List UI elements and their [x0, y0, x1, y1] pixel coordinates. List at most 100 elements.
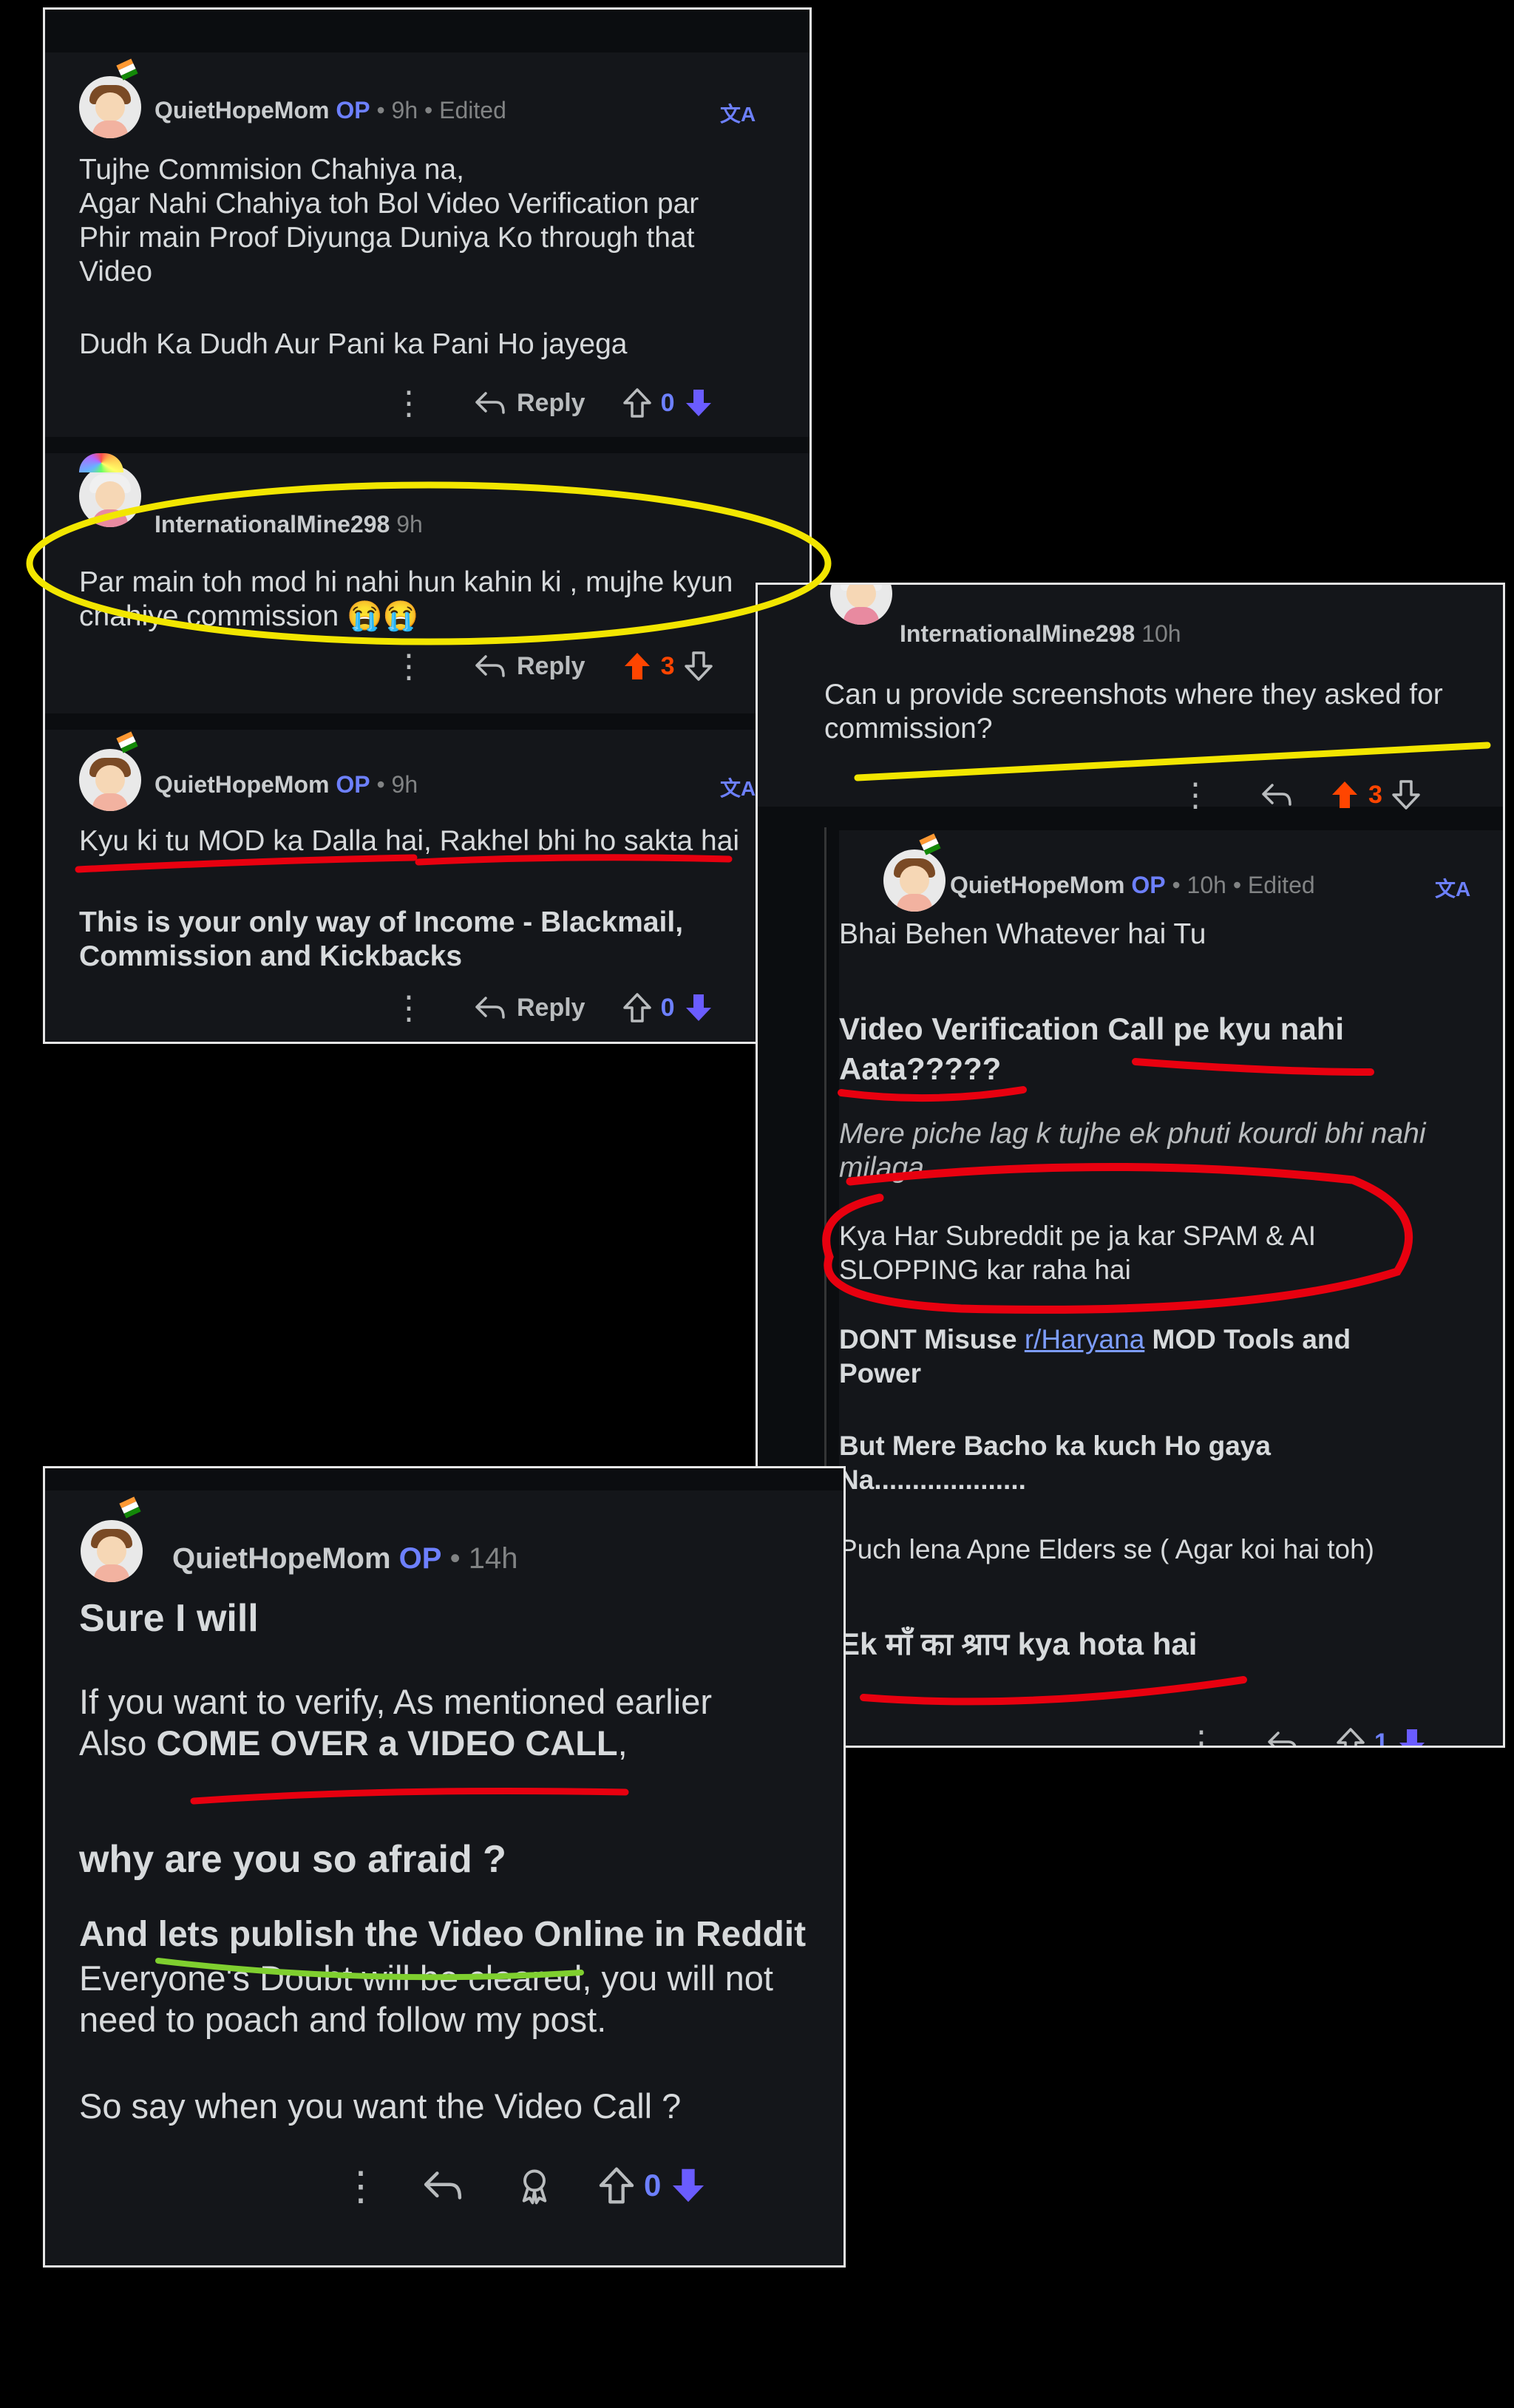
upvote-icon[interactable]	[1330, 779, 1359, 810]
avatar[interactable]	[830, 585, 892, 625]
reply-button[interactable]	[1266, 1730, 1299, 1746]
reply-button[interactable]: Reply	[474, 389, 585, 418]
timestamp: 10h	[1141, 620, 1181, 647]
comment-line: Puch lena Apne Elders se ( Agar koi hai …	[839, 1534, 1374, 1564]
comment-actions: ⋮ 3	[1179, 773, 1421, 817]
reply-arrow-icon	[475, 997, 505, 1019]
comment-body: Par main toh mod hi nahi hun kahin ki , …	[79, 566, 733, 632]
upvote-icon[interactable]	[1336, 1727, 1365, 1748]
comment-body-bold: This is your only way of Income - Blackm…	[79, 906, 684, 972]
more-options-icon[interactable]: ⋮	[341, 2163, 381, 2209]
avatar[interactable]	[79, 749, 141, 811]
comment-actions: ⋮ Reply 0	[393, 986, 713, 1030]
avatar[interactable]	[79, 465, 141, 527]
comment-italic-line: Mere piche lag k tujhe ek phuti kourdi b…	[839, 1118, 1426, 1184]
more-options-icon[interactable]: ⋮	[393, 989, 425, 1027]
comment-meta: InternationalMine298 10h	[900, 620, 1181, 648]
comment-line: Bhai Behen Whatever hai Tu	[839, 918, 1206, 950]
comment-meta: QuietHopeMom OP • 9h • Edited	[155, 97, 506, 123]
more-options-icon[interactable]: ⋮	[1179, 776, 1212, 814]
username[interactable]: InternationalMine298	[155, 511, 390, 537]
timestamp: 9h	[396, 511, 423, 537]
vote-control: 0	[622, 992, 713, 1023]
comment-body: Kyu ki tu MOD ka Dalla hai, Rakhel bhi h…	[79, 825, 740, 857]
comment-bold-line: Ek माँ का श्राप kya hota hai	[839, 1627, 1198, 1661]
reply-button[interactable]: Reply	[474, 994, 585, 1022]
comment-bold-line: DONT Misuse r/Haryana MOD Tools and Powe…	[839, 1324, 1351, 1388]
comment-meta: QuietHopeMom OP • 10h • Edited	[950, 872, 1315, 898]
comment-meta: QuietHopeMom OP • 14h	[172, 1542, 518, 1575]
reply-button[interactable]: Reply	[474, 652, 585, 681]
reply-arrow-icon	[475, 655, 505, 677]
more-options-icon[interactable]: ⋮	[393, 384, 425, 422]
reply-button[interactable]	[422, 2169, 464, 2202]
comment-heading: Sure I will	[79, 1597, 259, 1640]
avatar[interactable]	[81, 1520, 143, 1582]
reply-button[interactable]	[1260, 782, 1293, 807]
comment-internationalmine298-1: InternationalMine298 9h Par main toh mod…	[45, 453, 809, 713]
username[interactable]: QuietHopeMom	[950, 872, 1124, 898]
edited-label: Edited	[439, 97, 506, 123]
op-badge: OP	[336, 97, 370, 123]
username[interactable]: QuietHopeMom	[172, 1542, 391, 1575]
comment-quiethopemom-4: QuietHopeMom OP • 14h Sure I will If you…	[45, 1490, 843, 2265]
avatar[interactable]	[883, 849, 946, 912]
avatar[interactable]	[79, 76, 141, 138]
username[interactable]: QuietHopeMom	[155, 771, 329, 798]
downvote-icon[interactable]	[1391, 779, 1421, 810]
rainbow-hat-icon	[79, 453, 123, 472]
translate-icon[interactable]: 文A	[720, 98, 756, 128]
translate-icon[interactable]: 文A	[1435, 873, 1470, 903]
comment-line: If you want to verify, As mentioned earl…	[79, 1682, 712, 1763]
upvote-icon[interactable]	[622, 387, 652, 418]
comment-line: Everyone's Doubt will be cleared, you wi…	[79, 1958, 773, 2039]
comment-line: Kya Har Subreddit pe ja kar SPAM & AI SLO…	[839, 1221, 1317, 1285]
comment-quiethopemom-2: QuietHopeMom OP • 9h 文A Kyu ki tu MOD ka…	[45, 730, 809, 1042]
op-badge: OP	[1131, 872, 1166, 898]
timestamp: 14h	[468, 1542, 518, 1575]
downvote-icon[interactable]	[684, 992, 713, 1023]
comment-quiethopemom-3: QuietHopeMom OP • 10h • Edited 文A Bhai B…	[839, 830, 1503, 1748]
username[interactable]: QuietHopeMom	[155, 97, 329, 123]
comment-body-line: Dudh Ka Dudh Aur Pani ka Pani Ho jayega	[79, 328, 628, 360]
username[interactable]: InternationalMine298	[900, 620, 1135, 647]
edited-label: Edited	[1247, 872, 1315, 898]
comment-panel-3: QuietHopeMom OP • 14h Sure I will If you…	[43, 1466, 846, 2268]
vote-count: 1	[1374, 1728, 1388, 1748]
vote-count: 0	[660, 388, 675, 417]
india-flag-icon	[119, 1496, 141, 1519]
comment-internationalmine298-2: InternationalMine298 10h Can u provide s…	[758, 585, 1503, 813]
reply-arrow-icon	[424, 2171, 462, 2200]
comment-question: why are you so afraid ?	[79, 1838, 506, 1881]
more-options-icon[interactable]: ⋮	[1185, 1724, 1218, 1746]
comment-bold-line: But Mere Bacho ka kuch Ho gaya Na........…	[839, 1431, 1271, 1495]
comment-panel-1: QuietHopeMom OP • 9h • Edited 文A Tujhe C…	[43, 7, 812, 1044]
downvote-icon[interactable]	[1397, 1727, 1427, 1748]
comment-actions: ⋮ 1	[1185, 1720, 1427, 1748]
comment-meta: InternationalMine298 9h	[155, 511, 423, 538]
comment-actions: ⋮ Reply 0	[393, 381, 713, 425]
comment-meta: QuietHopeMom OP • 9h	[155, 771, 418, 798]
downvote-icon[interactable]	[684, 387, 713, 418]
vote-count: 3	[1368, 780, 1382, 809]
reply-arrow-icon	[1268, 1732, 1297, 1746]
upvote-icon[interactable]	[622, 651, 652, 682]
translate-icon[interactable]: 文A	[720, 773, 756, 802]
comment-panel-2: InternationalMine298 10h Can u provide s…	[756, 583, 1505, 1748]
comment-actions: ⋮ Reply 3	[393, 644, 713, 688]
comment-bold-line: And lets publish the Video Online in Red…	[79, 1915, 807, 1954]
subreddit-link[interactable]: r/Haryana	[1025, 1324, 1144, 1354]
upvote-icon[interactable]	[598, 2166, 635, 2205]
reply-arrow-icon	[475, 392, 505, 414]
timestamp: 9h	[391, 97, 418, 123]
vote-control: 0	[622, 387, 713, 418]
vote-control: 0	[598, 2166, 707, 2205]
op-badge: OP	[336, 771, 370, 798]
upvote-icon[interactable]	[622, 992, 652, 1023]
comment-body: Can u provide screenshots where they ask…	[824, 679, 1443, 745]
downvote-icon[interactable]	[684, 651, 713, 682]
award-icon[interactable]	[515, 2166, 554, 2205]
reply-arrow-icon	[1262, 784, 1291, 806]
downvote-icon[interactable]	[670, 2166, 707, 2205]
more-options-icon[interactable]: ⋮	[393, 648, 425, 685]
